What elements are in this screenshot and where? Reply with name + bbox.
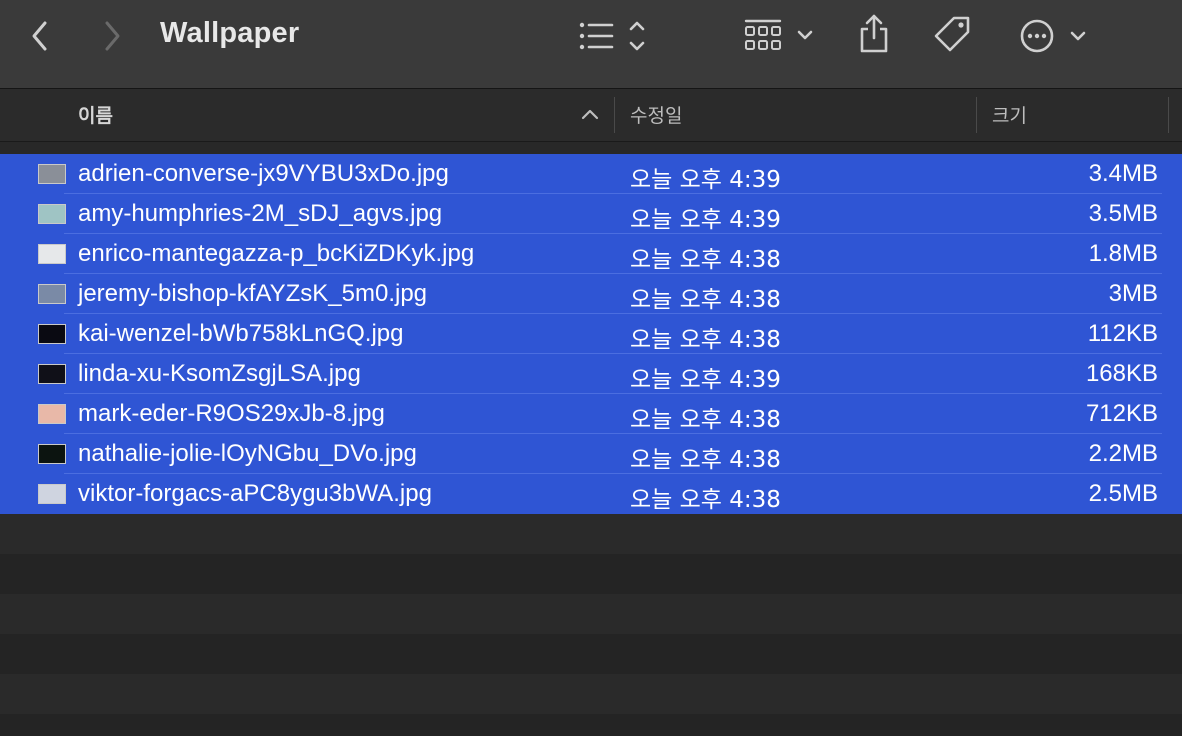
file-name: linda-xu-KsomZsgjLSA.jpg bbox=[78, 360, 361, 387]
window-title: Wallpaper bbox=[160, 17, 300, 49]
file-size: 2.5MB bbox=[1088, 480, 1158, 507]
image-thumbnail-icon bbox=[38, 204, 66, 224]
image-thumbnail-icon bbox=[38, 364, 66, 384]
file-name: viktor-forgacs-aPC8ygu3bWA.jpg bbox=[78, 480, 432, 507]
file-row[interactable]: kai-wenzel-bWb758kLnGQ.jpg 오늘 오후 4:38 11… bbox=[0, 314, 1182, 354]
column-date-header[interactable]: 수정일 bbox=[630, 101, 682, 128]
file-name: amy-humphries-2M_sDJ_agvs.jpg bbox=[78, 200, 443, 227]
image-thumbnail-icon bbox=[38, 164, 66, 184]
file-name: kai-wenzel-bWb758kLnGQ.jpg bbox=[78, 320, 404, 347]
empty-list-area[interactable] bbox=[0, 514, 1182, 736]
file-date: 오늘 오후 4:39 bbox=[630, 167, 781, 193]
file-row[interactable]: linda-xu-KsomZsgjLSA.jpg 오늘 오후 4:39 168K… bbox=[0, 354, 1182, 394]
back-button[interactable] bbox=[24, 18, 56, 54]
file-name: nathalie-jolie-lOyNGbu_DVo.jpg bbox=[78, 440, 417, 467]
image-thumbnail-icon bbox=[38, 484, 66, 504]
file-size: 112KB bbox=[1087, 320, 1158, 347]
file-size: 2.2MB bbox=[1088, 440, 1158, 467]
column-name-header[interactable]: 이름 bbox=[78, 101, 113, 128]
tag-icon bbox=[934, 16, 970, 52]
share-icon bbox=[860, 14, 888, 53]
file-date: 오늘 오후 4:38 bbox=[630, 287, 781, 313]
chevron-left-icon bbox=[32, 21, 47, 51]
ellipsis-circle-icon bbox=[1020, 19, 1086, 53]
file-row[interactable]: adrien-converse-jx9VYBU3xDo.jpg 오늘 오후 4:… bbox=[0, 154, 1182, 194]
file-date: 오늘 오후 4:38 bbox=[630, 247, 781, 273]
file-row[interactable]: mark-eder-R9OS29xJb-8.jpg 오늘 오후 4:38 712… bbox=[0, 394, 1182, 434]
forward-button[interactable] bbox=[96, 18, 128, 54]
more-actions-button[interactable] bbox=[1016, 16, 1092, 56]
image-thumbnail-icon bbox=[38, 284, 66, 304]
file-date: 오늘 오후 4:38 bbox=[630, 447, 781, 473]
file-date: 오늘 오후 4:38 bbox=[630, 327, 781, 353]
finder-window: Wallpaper 이름 수정일 크기 adrien-converse-jx9V… bbox=[0, 0, 1182, 736]
file-size: 3MB bbox=[1108, 280, 1158, 307]
file-name: jeremy-bishop-kfAYZsK_5m0.jpg bbox=[78, 280, 428, 307]
file-name: adrien-converse-jx9VYBU3xDo.jpg bbox=[78, 160, 449, 187]
tag-button[interactable] bbox=[932, 14, 974, 56]
file-size: 168KB bbox=[1085, 360, 1158, 387]
image-thumbnail-icon bbox=[38, 404, 66, 424]
file-row[interactable]: viktor-forgacs-aPC8ygu3bWA.jpg 오늘 오후 4:3… bbox=[0, 474, 1182, 514]
file-size: 3.4MB bbox=[1088, 160, 1158, 187]
file-row[interactable]: nathalie-jolie-lOyNGbu_DVo.jpg 오늘 오후 4:3… bbox=[0, 434, 1182, 474]
file-date: 오늘 오후 4:38 bbox=[630, 407, 781, 433]
image-thumbnail-icon bbox=[38, 444, 66, 464]
file-date: 오늘 오후 4:38 bbox=[630, 487, 781, 513]
file-row[interactable]: jeremy-bishop-kfAYZsK_5m0.jpg 오늘 오후 4:38… bbox=[0, 274, 1182, 314]
image-thumbnail-icon bbox=[38, 244, 66, 264]
file-row[interactable]: enrico-mantegazza-p_bcKiZDKyk.jpg 오늘 오후 … bbox=[0, 234, 1182, 274]
file-name: mark-eder-R9OS29xJb-8.jpg bbox=[78, 400, 385, 427]
file-name: enrico-mantegazza-p_bcKiZDKyk.jpg bbox=[78, 240, 475, 267]
column-separator[interactable] bbox=[976, 97, 977, 133]
file-size: 1.8MB bbox=[1088, 240, 1158, 267]
file-date: 오늘 오후 4:39 bbox=[630, 367, 781, 393]
column-separator[interactable] bbox=[1168, 97, 1169, 133]
chevron-right-icon bbox=[105, 21, 120, 51]
file-date: 오늘 오후 4:39 bbox=[630, 207, 781, 233]
view-mode-button[interactable] bbox=[574, 16, 654, 56]
file-row[interactable]: amy-humphries-2M_sDJ_agvs.jpg 오늘 오후 4:39… bbox=[0, 194, 1182, 234]
image-thumbnail-icon bbox=[38, 324, 66, 344]
list-view-icon bbox=[579, 21, 645, 51]
file-list: adrien-converse-jx9VYBU3xDo.jpg 오늘 오후 4:… bbox=[0, 154, 1182, 514]
share-button[interactable] bbox=[854, 12, 894, 56]
grid-group-icon bbox=[744, 19, 813, 50]
column-header: 이름 수정일 크기 bbox=[0, 89, 1182, 142]
column-separator[interactable] bbox=[614, 97, 615, 133]
sort-ascending-icon[interactable] bbox=[580, 107, 600, 121]
group-button[interactable] bbox=[742, 16, 818, 56]
column-size-header[interactable]: 크기 bbox=[992, 101, 1027, 128]
file-size: 712KB bbox=[1085, 400, 1158, 427]
toolbar: Wallpaper bbox=[0, 0, 1182, 89]
file-size: 3.5MB bbox=[1088, 200, 1158, 227]
